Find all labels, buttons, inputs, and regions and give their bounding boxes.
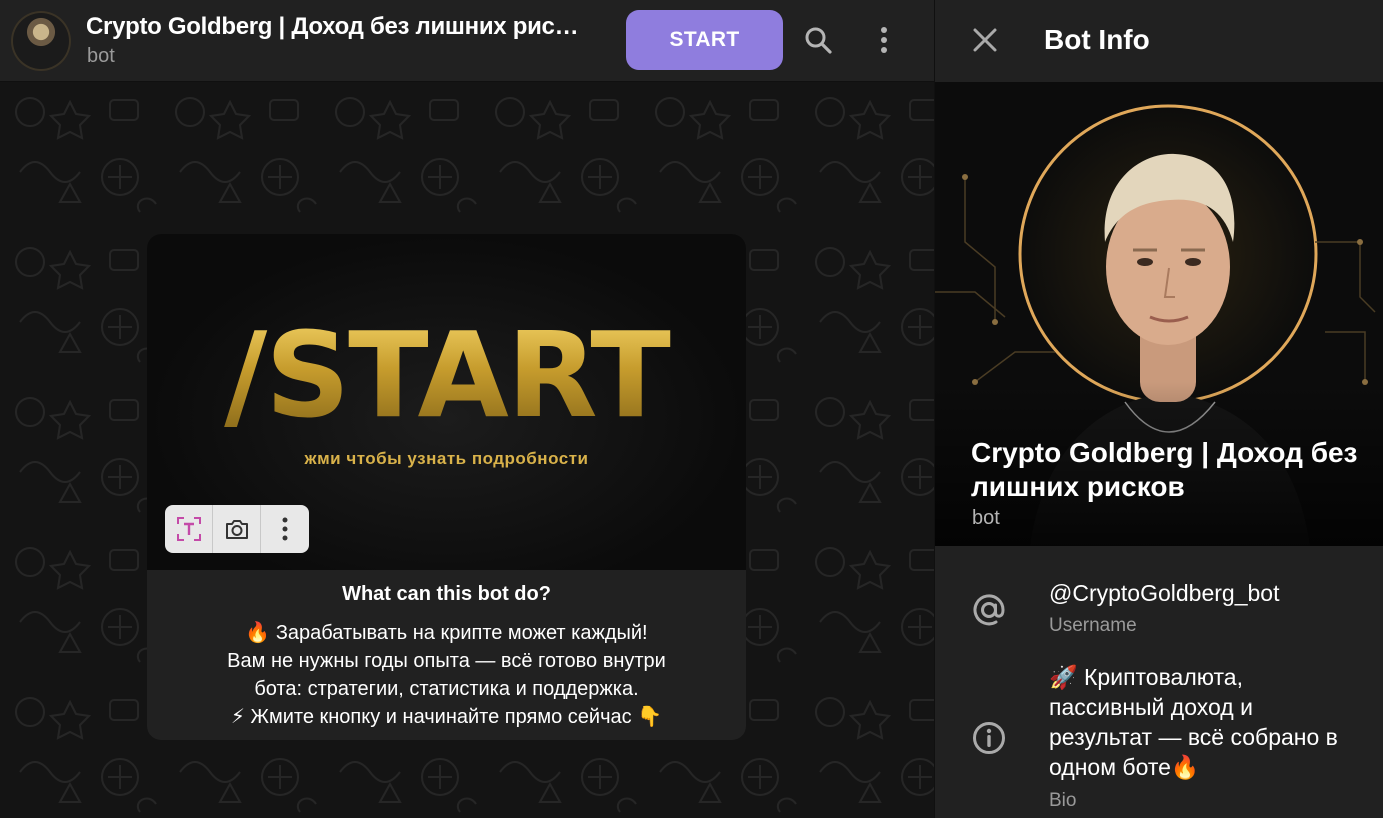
bio-value: 🚀 Криптовалюта, пассивный доход и резуль…: [1049, 662, 1369, 782]
description-line: ⚡ Жмите кнопку и начинайте прямо сейчас …: [230, 706, 663, 728]
profile-name-line: лишних рисков: [971, 471, 1185, 502]
description-image[interactable]: /START жми чтобы узнать подробности: [147, 234, 746, 570]
chat-subtitle: bot: [87, 45, 115, 67]
image-headline: /START: [147, 316, 746, 434]
description-line: бота: стратегии, статистика и поддержка.: [254, 678, 639, 700]
bot-info-panel: Bot Info Crypto Goldberg | Доход без лиш…: [934, 0, 1383, 818]
profile-photo[interactable]: Crypto Goldberg | Доход без лишних риско…: [935, 82, 1383, 546]
close-icon[interactable]: [967, 22, 1003, 58]
image-more-icon[interactable]: [261, 505, 309, 553]
camera-icon[interactable]: [213, 505, 261, 553]
profile-name-line: Crypto Goldberg | Доход без: [971, 437, 1358, 468]
profile-subtitle: bot: [972, 507, 1000, 529]
username-value: @CryptoGoldberg_bot: [1049, 580, 1280, 606]
bio-line: одном боте🔥: [1049, 754, 1200, 780]
bio-line: результат — всё собрано в: [1049, 724, 1338, 750]
description-title: What can this bot do?: [342, 583, 551, 605]
at-sign-icon: [971, 592, 1007, 628]
chat-title[interactable]: Crypto Goldberg | Доход без лишних рис…: [86, 13, 611, 41]
start-button[interactable]: START: [626, 10, 783, 70]
bio-line: 🚀 Криптовалюта,: [1049, 664, 1243, 690]
profile-name: Crypto Goldberg | Доход без лишних риско…: [971, 436, 1371, 504]
chat-area: Crypto Goldberg | Доход без лишних рис… …: [0, 0, 934, 818]
more-vertical-icon[interactable]: [866, 22, 902, 58]
chat-header: Crypto Goldberg | Доход без лишних рис… …: [0, 0, 934, 82]
description-line: 🔥 Зарабатывать на крипте может каждый!: [245, 622, 648, 644]
image-caption: жми чтобы узнать подробности: [304, 449, 589, 468]
description-line: Вам не нужны годы опыта — всё готово вну…: [227, 650, 666, 672]
info-icon: [971, 720, 1007, 756]
bio-label: Bio: [1049, 790, 1077, 811]
username-label: Username: [1049, 615, 1137, 636]
panel-title: Bot Info: [1044, 24, 1150, 55]
image-toolbar: [165, 505, 309, 553]
description-text: 🔥 Зарабатывать на крипте может каждый! В…: [167, 619, 726, 731]
search-icon[interactable]: [800, 22, 836, 58]
bot-avatar[interactable]: [11, 11, 71, 71]
bio-row[interactable]: 🚀 Криптовалюта, пассивный доход и резуль…: [935, 660, 1383, 818]
bio-line: пассивный доход и: [1049, 694, 1253, 720]
username-row[interactable]: @CryptoGoldberg_bot Username: [935, 560, 1383, 650]
bot-description-card: /START жми чтобы узнать подробности What…: [147, 234, 746, 740]
panel-header: Bot Info: [935, 0, 1383, 82]
text-recognition-icon[interactable]: [165, 505, 213, 553]
